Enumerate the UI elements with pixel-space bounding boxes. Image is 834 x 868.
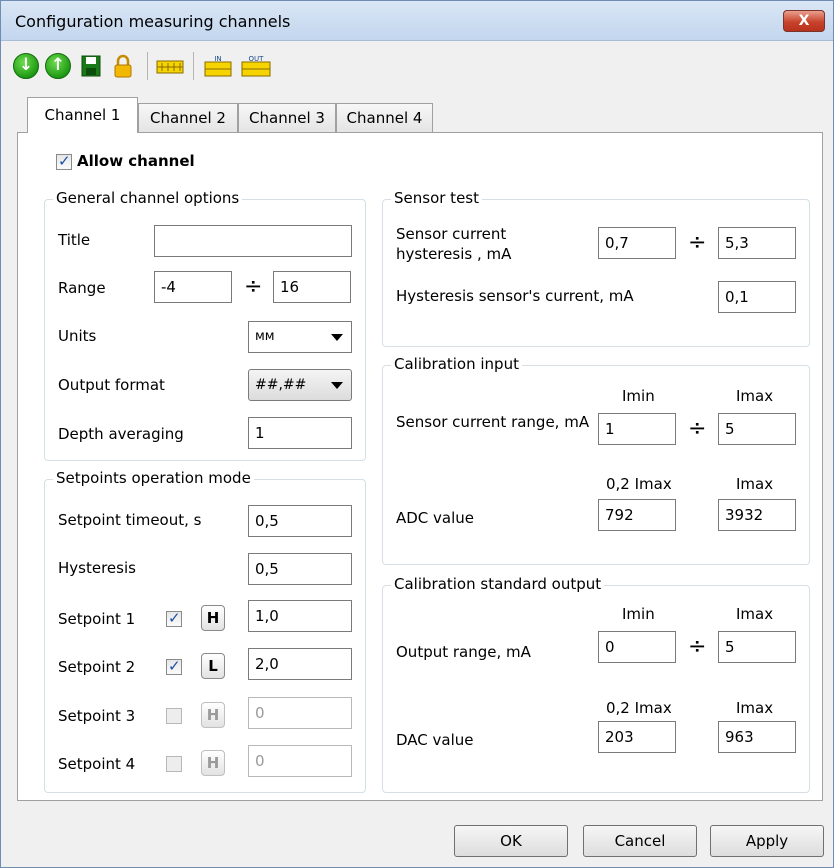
depth-averaging-label: Depth averaging (58, 425, 184, 443)
setpoint-2-checkbox[interactable] (166, 657, 182, 675)
title-input[interactable] (154, 225, 352, 257)
input-scale-icon[interactable]: IN (204, 53, 232, 79)
calib-output-low-label: 0,2 Imax (606, 699, 672, 717)
setpoint-2-input[interactable]: 2,0 (248, 648, 352, 680)
calib-input-imin-input[interactable]: 1 (598, 413, 676, 445)
setpoint-4-input[interactable]: 0 (248, 745, 352, 777)
calib-output-high-label: Imax (736, 699, 774, 717)
toolbar-separator (193, 52, 194, 80)
hysteresis-sensor-current-label: Hysteresis sensor's current, mA (396, 287, 634, 305)
sensor-current-range-label: Sensor current range, mA (396, 413, 590, 431)
units-select[interactable]: мм (248, 321, 352, 353)
tab-channel-3[interactable]: Channel 3 (238, 103, 336, 132)
output-format-value: ##,## (255, 377, 307, 393)
save-icon[interactable] (79, 53, 105, 79)
ok-button[interactable]: OK (454, 825, 568, 857)
setpoint-3-mode-button[interactable]: H (201, 702, 225, 728)
dac-low-input[interactable]: 203 (598, 721, 676, 753)
adc-value-label: ADC value (396, 509, 475, 527)
general-options-title: General channel options (53, 189, 243, 207)
svg-text:IN: IN (214, 55, 221, 63)
apply-button[interactable]: Apply (710, 825, 824, 857)
setpoint-4-checkbox[interactable] (166, 756, 182, 772)
scale-icon[interactable] (156, 53, 184, 79)
svg-text:OUT: OUT (249, 55, 265, 63)
setpoint-3-input[interactable]: 0 (248, 697, 352, 729)
calib-output-divider: ÷ (688, 634, 707, 659)
setpoint-1-input[interactable]: 1,0 (248, 600, 352, 632)
adc-high-input[interactable]: 3932 (718, 499, 796, 531)
depth-averaging-input[interactable]: 1 (248, 417, 352, 449)
calib-input-imax-label: Imax (736, 387, 774, 405)
tab-channel-1[interactable]: Channel 1 (27, 97, 138, 133)
calib-output-imax-input[interactable]: 5 (718, 631, 796, 663)
output-format-label: Output format (58, 376, 165, 394)
cancel-button[interactable]: Cancel (583, 825, 697, 857)
hysteresis-label: Hysteresis (58, 559, 136, 577)
sensor-current-divider: ÷ (688, 230, 707, 255)
calib-input-imax-input[interactable]: 5 (718, 413, 796, 445)
units-value: мм (255, 329, 275, 344)
setpoint-1-checkbox[interactable] (166, 609, 182, 627)
sensor-test-group: Sensor test (382, 189, 810, 347)
channel-tabs: Channel 1 Channel 2 Channel 3 Channel 4 … (17, 95, 823, 801)
range-label: Range (58, 279, 106, 297)
tab-channel-2[interactable]: Channel 2 (138, 103, 238, 132)
calibration-input-title: Calibration input (391, 355, 522, 373)
lock-icon[interactable] (111, 53, 137, 79)
chevron-down-icon (331, 334, 343, 341)
output-range-label: Output range, mA (396, 643, 531, 661)
calib-output-imin-input[interactable]: 0 (598, 631, 676, 663)
title-label: Title (58, 231, 91, 249)
units-label: Units (58, 327, 97, 345)
arrow-up-circle-icon[interactable]: ↑ (45, 53, 71, 79)
hysteresis-sensor-current-input[interactable]: 0,1 (718, 281, 796, 313)
setpoints-title: Setpoints operation mode (53, 469, 254, 487)
hysteresis-input[interactable]: 0,5 (248, 553, 352, 585)
channel-panel: Allow channel General channel options Ti… (17, 132, 823, 801)
toolbar: ↓ ↑ IN OUT (1, 42, 833, 94)
sensor-current-to-input[interactable]: 5,3 (718, 227, 796, 259)
setpoint-1-label: Setpoint 1 (58, 610, 136, 628)
calib-input-imin-label: Imin (622, 387, 655, 405)
calib-input-low-label: 0,2 Imax (606, 475, 672, 493)
setpoint-3-checkbox[interactable] (166, 708, 182, 724)
calib-output-imax-label: Imax (736, 605, 774, 623)
setpoint-timeout-label: Setpoint timeout, s (58, 511, 202, 529)
configuration-dialog: Configuration measuring channels X ↓ ↑ I… (0, 0, 834, 868)
calib-output-imin-label: Imin (622, 605, 655, 623)
allow-channel-checkbox[interactable] (56, 152, 72, 170)
sensor-test-title: Sensor test (391, 189, 482, 207)
setpoint-4-mode-button[interactable]: H (201, 750, 225, 776)
setpoint-3-label: Setpoint 3 (58, 707, 136, 725)
range-divider: ÷ (244, 274, 263, 299)
window-title: Configuration measuring channels (15, 12, 291, 31)
setpoint-2-label: Setpoint 2 (58, 658, 136, 676)
adc-low-input[interactable]: 792 (598, 499, 676, 531)
dac-high-input[interactable]: 963 (718, 721, 796, 753)
calib-input-divider: ÷ (688, 416, 707, 441)
calibration-output-title: Calibration standard output (391, 575, 605, 593)
tab-channel-4[interactable]: Channel 4 (336, 103, 433, 132)
toolbar-separator (147, 52, 148, 80)
sensor-current-label: Sensor current (396, 225, 507, 243)
title-bar: Configuration measuring channels X (1, 1, 833, 41)
output-scale-icon[interactable]: OUT (241, 53, 271, 79)
sensor-current-from-input[interactable]: 0,7 (598, 227, 676, 259)
output-format-select[interactable]: ##,## (248, 369, 352, 401)
allow-channel-label: Allow channel (77, 152, 195, 170)
setpoint-2-mode-button[interactable]: L (201, 653, 225, 679)
calib-input-high-label: Imax (736, 475, 774, 493)
setpoint-1-mode-button[interactable]: H (201, 605, 225, 631)
setpoint-timeout-input[interactable]: 0,5 (248, 505, 352, 537)
arrow-down-circle-icon[interactable]: ↓ (13, 53, 39, 79)
chevron-down-icon (331, 382, 343, 389)
setpoint-4-label: Setpoint 4 (58, 755, 136, 773)
sensor-current-label-line2: hysteresis , mA (396, 245, 512, 263)
dac-value-label: DAC value (396, 731, 474, 749)
range-from-input[interactable]: -4 (154, 271, 232, 303)
close-button[interactable]: X (783, 10, 825, 32)
range-to-input[interactable]: 16 (273, 271, 351, 303)
